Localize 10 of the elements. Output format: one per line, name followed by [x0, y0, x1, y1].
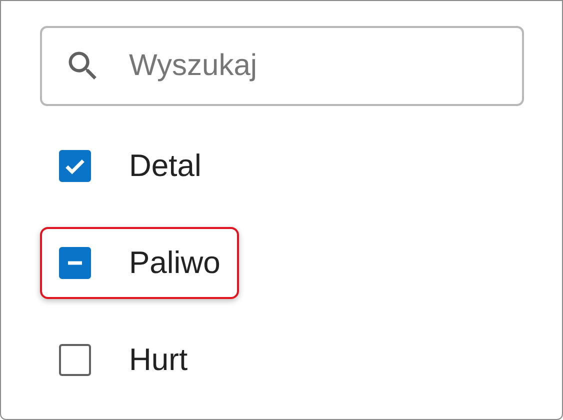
- option-label: Hurt: [129, 342, 188, 378]
- search-field[interactable]: Wyszukaj: [40, 26, 524, 106]
- checkbox[interactable]: [59, 246, 91, 278]
- option-label: Detal: [129, 148, 202, 184]
- checkbox[interactable]: [59, 344, 91, 376]
- option-label: Paliwo: [129, 244, 220, 280]
- checkbox[interactable]: [59, 150, 91, 182]
- list-item[interactable]: Paliwo: [40, 226, 240, 298]
- list-item[interactable]: Detal: [40, 130, 220, 202]
- list-item[interactable]: Hurt: [40, 324, 207, 396]
